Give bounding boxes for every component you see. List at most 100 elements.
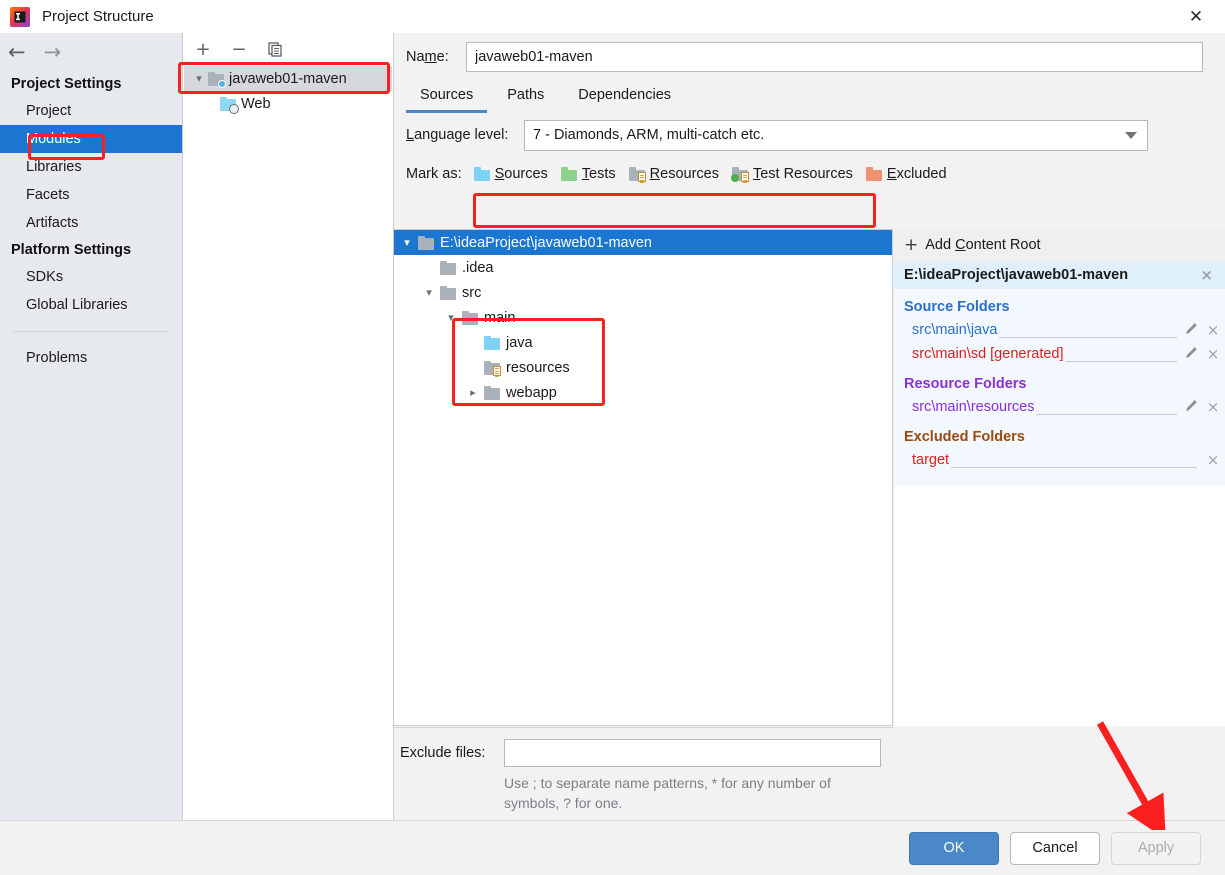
tree-row-java[interactable]: java — [394, 330, 892, 355]
sidebar-item-project[interactable]: Project — [0, 97, 182, 125]
exclude-files-hint: Use ; to separate name patterns, * for a… — [504, 775, 831, 811]
cancel-button[interactable]: Cancel — [1010, 831, 1100, 865]
remove-resource-folder-icon[interactable]: × — [1201, 398, 1225, 416]
tree-row-resources[interactable]: resources — [394, 355, 892, 380]
resource-folders-heading: Resource Folders — [904, 376, 1027, 392]
chevron-down-icon[interactable]: ▾ — [190, 72, 208, 85]
source-folder-row[interactable]: src\main\java × — [894, 318, 1225, 342]
remove-content-root-icon[interactable]: × — [1200, 266, 1213, 284]
content-root-tree[interactable]: ▾ E:\ideaProject\javaweb01-maven .idea ▾… — [394, 229, 893, 726]
excluded-folder-row[interactable]: target × — [894, 448, 1225, 472]
source-folder-row[interactable]: src\main\sd [generated] × — [894, 342, 1225, 366]
language-level-select[interactable]: 7 - Diamonds, ARM, multi-catch etc. — [524, 119, 1148, 151]
tree-row-label: .idea — [462, 259, 494, 276]
tests-folder-icon — [560, 167, 577, 181]
tree-row-idea[interactable]: .idea — [394, 255, 892, 280]
ok-button[interactable]: OK — [909, 831, 999, 865]
excluded-folder-icon — [865, 167, 882, 181]
sidebar-item-facets[interactable]: Facets — [0, 181, 182, 209]
exclude-files-input[interactable] — [504, 739, 881, 767]
sidebar-item-sdks[interactable]: SDKs — [0, 263, 182, 291]
mark-as-excluded-button[interactable]: Excluded — [865, 166, 947, 182]
mark-as-test-resources-label: Test Resources — [752, 166, 853, 182]
tab-sources[interactable]: Sources — [406, 83, 488, 113]
mark-as-sources-button[interactable]: Sources — [473, 166, 548, 182]
window-title: Project Structure — [42, 8, 154, 25]
chevron-down-icon[interactable]: ▾ — [418, 286, 440, 299]
close-icon[interactable]: ✕ — [1167, 0, 1225, 33]
content-root-header: E:\ideaProject\javaweb01-maven × — [894, 261, 1225, 289]
sidebar-item-problems[interactable]: Problems — [0, 344, 182, 372]
add-content-root-button[interactable]: + Add Content Root — [894, 229, 1225, 261]
apply-button: Apply — [1111, 831, 1201, 865]
add-module-icon[interactable]: + — [192, 39, 214, 61]
mark-as-label: Mark as: — [406, 166, 462, 182]
tree-row-content-root[interactable]: ▾ E:\ideaProject\javaweb01-maven — [394, 230, 892, 255]
tab-dependencies[interactable]: Dependencies — [564, 83, 685, 113]
module-name-input[interactable] — [466, 42, 1203, 72]
sidebar-item-global-libraries[interactable]: Global Libraries — [0, 291, 182, 319]
mark-as-tests-button[interactable]: Tests — [560, 166, 616, 182]
excluded-folders-heading: Excluded Folders — [904, 429, 1025, 445]
gray-folder-icon — [418, 235, 434, 250]
tree-row-label: src — [462, 284, 482, 301]
row-underline — [999, 336, 1177, 338]
content-root-block: E:\ideaProject\javaweb01-maven × Source … — [894, 261, 1225, 486]
settings-sidebar: ← → Project Settings Project Modules Lib… — [0, 33, 183, 820]
sidebar-item-artifacts[interactable]: Artifacts — [0, 209, 182, 237]
sidebar-nav-arrows: ← → — [0, 33, 182, 71]
edit-icon[interactable] — [1181, 322, 1201, 339]
tree-row-label: webapp — [506, 384, 557, 401]
sidebar-item-modules[interactable]: Modules — [0, 125, 182, 153]
web-facet-icon — [220, 96, 239, 114]
chevron-down-icon[interactable]: ▾ — [440, 311, 462, 324]
gray-folder-icon — [440, 260, 456, 275]
tree-row-label: main — [484, 309, 516, 326]
module-tree-item-label: javaweb01-maven — [229, 70, 347, 87]
module-name-label: Name: — [406, 49, 449, 65]
source-folder-path: src\main\sd [generated] — [912, 346, 1064, 362]
tab-paths[interactable]: Paths — [493, 83, 558, 113]
excluded-folder-path: target — [912, 452, 950, 468]
module-name-row: Name: — [394, 33, 1225, 81]
resources-folder-icon — [628, 167, 646, 183]
resources-folder-icon — [484, 360, 501, 377]
edit-icon[interactable] — [1181, 346, 1201, 363]
remove-excluded-folder-icon[interactable]: × — [1201, 451, 1225, 469]
module-toolbar: + − — [184, 33, 392, 66]
edit-icon[interactable] — [1181, 399, 1201, 416]
resource-folder-row[interactable]: src\main\resources × — [894, 395, 1225, 419]
gray-folder-icon — [440, 285, 456, 300]
tree-row-src[interactable]: ▾ src — [394, 280, 892, 305]
sidebar-divider — [14, 331, 168, 332]
tree-row-label: E:\ideaProject\javaweb01-maven — [440, 234, 652, 251]
forward-arrow-icon[interactable]: → — [44, 40, 62, 64]
remove-module-icon[interactable]: − — [228, 39, 250, 61]
tree-row-label: resources — [506, 359, 570, 376]
sidebar-group-project-settings: Project Settings — [11, 76, 122, 92]
tree-row-webapp[interactable]: ▸ webapp — [394, 380, 892, 405]
dialog-button-bar: OK Cancel Apply — [0, 820, 1225, 875]
mark-as-row: Mark as: Sources Tests Resources Test Re… — [394, 157, 1225, 191]
module-tree-item-web[interactable]: Web — [184, 91, 392, 116]
chevron-right-icon[interactable]: ▸ — [462, 386, 484, 399]
mark-as-test-resources-button[interactable]: Test Resources — [730, 166, 853, 183]
project-structure-dialog: Project Structure ✕ ← → Project Settings… — [0, 0, 1225, 875]
remove-source-folder-icon[interactable]: × — [1201, 345, 1225, 363]
back-arrow-icon[interactable]: ← — [8, 40, 26, 64]
sidebar-group-platform-settings: Platform Settings — [11, 242, 132, 258]
sidebar-item-libraries[interactable]: Libraries — [0, 153, 182, 181]
title-bar: Project Structure ✕ — [0, 0, 1225, 33]
language-level-label: Language level: — [406, 127, 509, 143]
copy-module-icon[interactable] — [264, 39, 286, 61]
gray-folder-icon — [484, 385, 500, 400]
tree-row-main[interactable]: ▾ main — [394, 305, 892, 330]
chevron-down-icon[interactable]: ▾ — [396, 236, 418, 249]
row-underline — [1065, 360, 1177, 362]
module-tree-item-javaweb01-maven[interactable]: ▾ javaweb01-maven — [184, 66, 392, 91]
language-level-row: Language level: 7 - Diamonds, ARM, multi… — [394, 113, 1225, 157]
mark-as-resources-button[interactable]: Resources — [628, 166, 719, 183]
language-level-value: 7 - Diamonds, ARM, multi-catch etc. — [533, 127, 765, 143]
remove-source-folder-icon[interactable]: × — [1201, 321, 1225, 339]
chevron-down-icon[interactable] — [1125, 131, 1137, 139]
